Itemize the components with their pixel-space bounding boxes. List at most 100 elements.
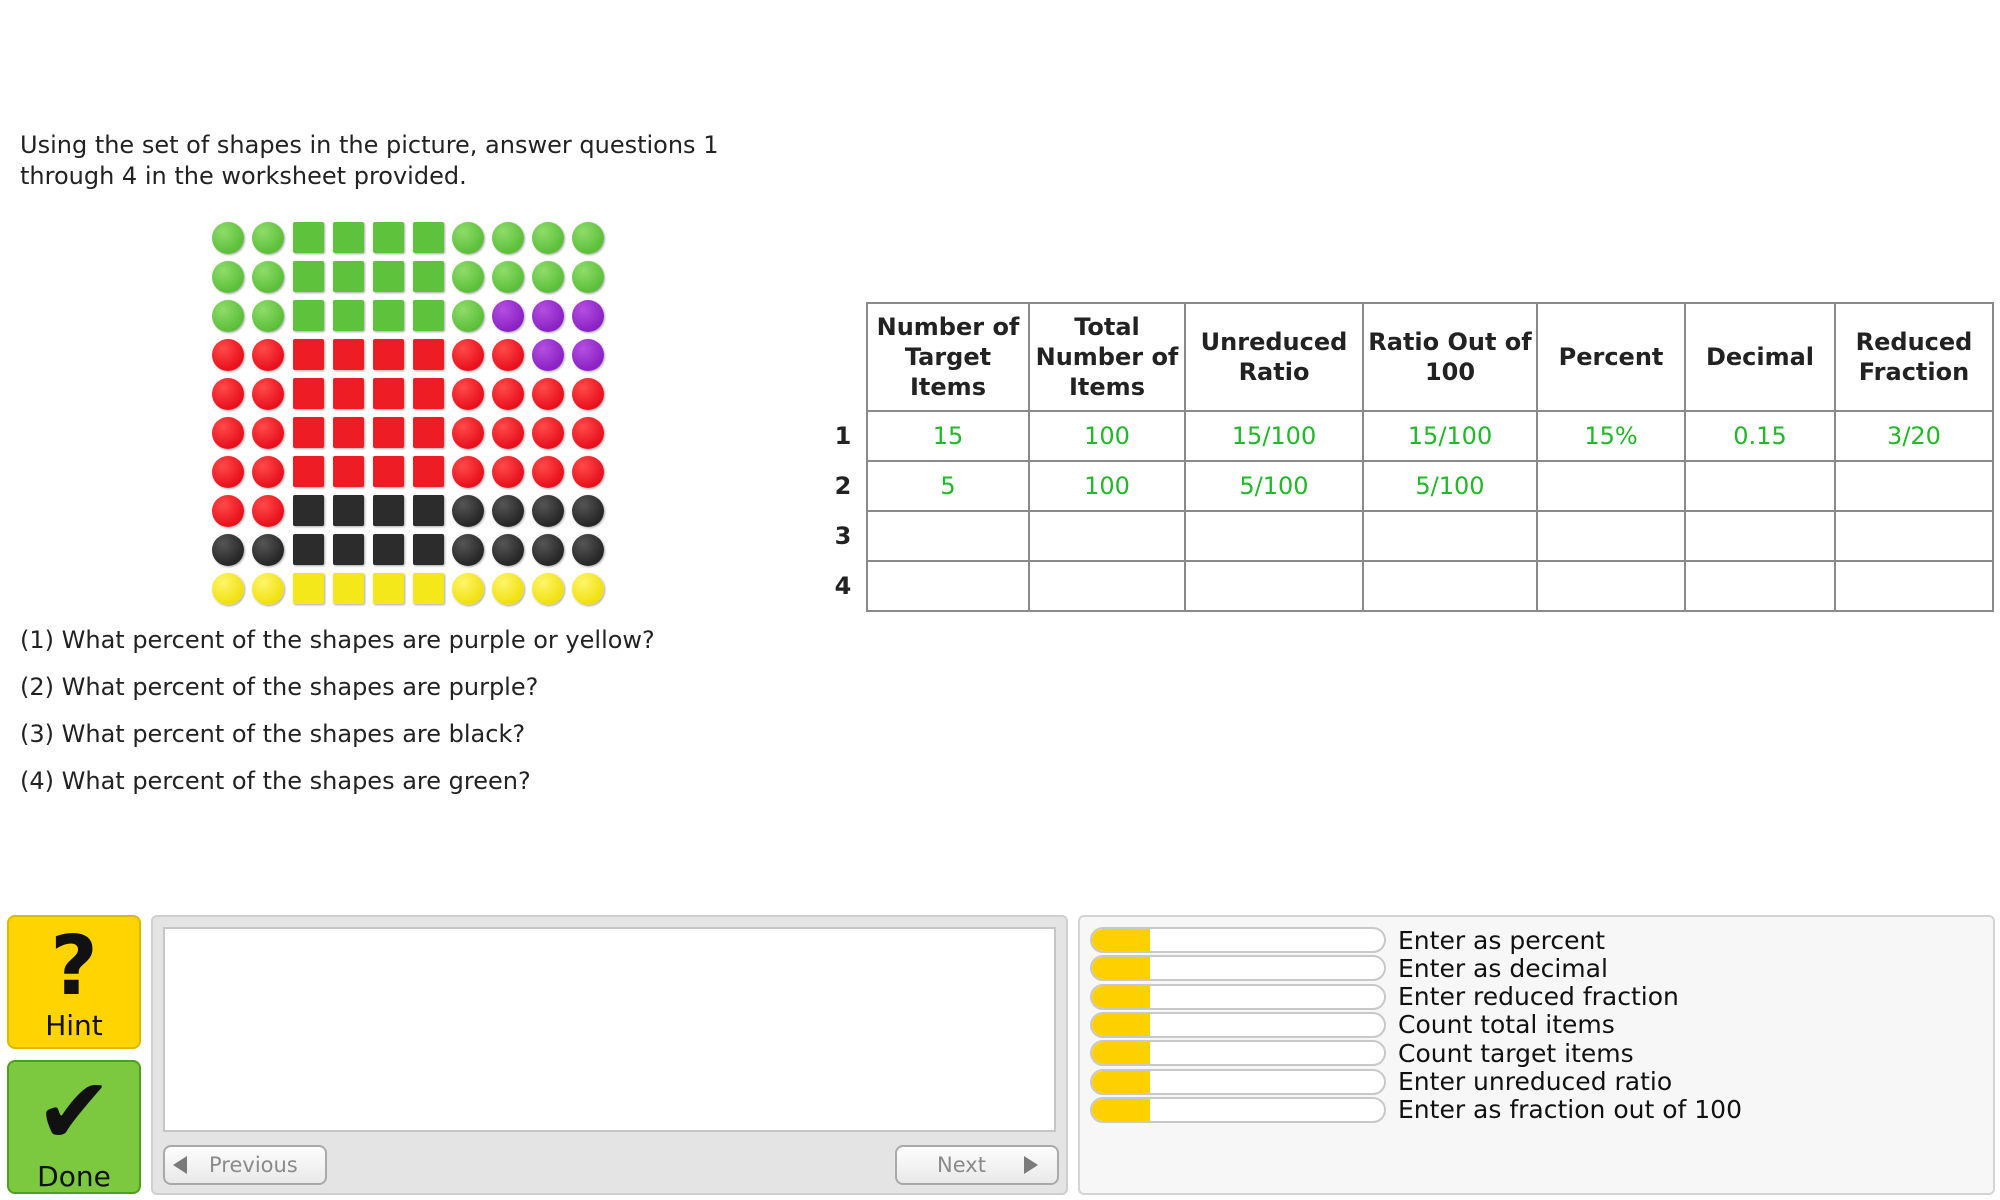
green-circle-shape [212,260,244,293]
cell-total-items[interactable] [1028,560,1186,612]
shape-cell [488,374,528,413]
arrow-left-icon [173,1156,187,1174]
shape-cell [408,335,448,374]
shape-cell [288,296,328,335]
cell-percent[interactable] [1536,560,1686,612]
worksheet-row: 1 15 100 15/100 15/100 15% 0.15 3/20 [820,410,1994,462]
skills-panel: Enter as percent Enter as decimal Enter re… [1078,915,1995,1195]
cell-percent[interactable] [1536,510,1686,562]
shape-cell [288,413,328,452]
cell-target-items[interactable]: 5 [866,460,1030,512]
row-number: 4 [820,561,868,611]
shape-cell [448,374,488,413]
worksheet: Number of Target Items Total Number of I… [820,302,1994,612]
shape-cell [368,296,408,335]
shape-cell [568,530,608,569]
shape-cell [248,569,288,608]
cell-decimal[interactable] [1684,510,1836,562]
green-circle-shape [532,221,564,254]
shape-cell [208,491,248,530]
cell-target-items[interactable] [866,510,1030,562]
skill-label: Enter as percent [1398,925,1606,955]
red-circle-shape [492,416,524,449]
cell-target-items[interactable]: 15 [866,410,1030,462]
cell-ratio-out-of-100[interactable]: 15/100 [1362,410,1538,462]
shape-cell [328,452,368,491]
shape-cell [488,491,528,530]
cell-reduced-fraction[interactable]: 3/20 [1834,410,1994,462]
red-circle-shape [452,455,484,488]
shape-cell [448,413,488,452]
shape-cell [248,491,288,530]
cell-unreduced-ratio[interactable] [1184,510,1364,562]
shape-cell [208,413,248,452]
next-button[interactable]: Next [895,1145,1059,1185]
red-circle-shape [252,338,284,371]
red-square-shape [372,339,404,370]
cell-decimal[interactable] [1684,460,1836,512]
red-square-shape [292,339,324,370]
green-circle-shape [252,299,284,332]
cell-total-items[interactable] [1028,510,1186,562]
cell-ratio-out-of-100[interactable]: 5/100 [1362,460,1538,512]
shape-cell [528,452,568,491]
shape-cell [528,296,568,335]
shape-cell [368,257,408,296]
skill-row: Enter as fraction out of 100 [1090,1095,1742,1125]
cell-ratio-out-of-100[interactable] [1362,510,1538,562]
shape-cell [208,335,248,374]
shape-cell [528,530,568,569]
shape-cell [448,335,488,374]
cell-percent[interactable]: 15% [1536,410,1686,462]
cell-unreduced-ratio[interactable]: 15/100 [1184,410,1364,462]
cell-reduced-fraction[interactable] [1834,460,1994,512]
shape-cell [568,296,608,335]
skill-progress-bar [1090,1096,1386,1123]
shape-cell [368,413,408,452]
cell-reduced-fraction[interactable] [1834,560,1994,612]
green-square-shape [412,300,444,331]
shape-cell [568,491,608,530]
cell-decimal[interactable]: 0.15 [1684,410,1836,462]
skill-progress-bar [1090,927,1386,953]
purple-circle-shape [532,299,564,332]
shape-cell [328,335,368,374]
purple-circle-shape [572,299,604,332]
shape-cell [288,569,328,608]
cell-percent[interactable] [1536,460,1686,512]
shape-cell [328,569,368,608]
shape-cell [208,530,248,569]
black-circle-shape [212,533,244,566]
cell-target-items[interactable] [866,560,1030,612]
green-circle-shape [492,221,524,254]
black-square-shape [412,495,444,526]
shape-cell [448,296,488,335]
cell-decimal[interactable] [1684,560,1836,612]
shape-cell [488,335,528,374]
cell-total-items[interactable]: 100 [1028,410,1186,462]
red-circle-shape [572,416,604,449]
shape-cell [208,296,248,335]
cell-unreduced-ratio[interactable]: 5/100 [1184,460,1364,512]
cell-reduced-fraction[interactable] [1834,510,1994,562]
shape-cell [328,530,368,569]
header-total-items: Total Number of Items [1028,302,1186,412]
skill-progress-fill [1092,1013,1151,1036]
cell-unreduced-ratio[interactable] [1184,560,1364,612]
yellow-square-shape [412,573,444,604]
green-square-shape [292,261,324,292]
purple-circle-shape [492,299,524,332]
shape-cell [368,335,408,374]
previous-button[interactable]: Previous [163,1145,327,1185]
shape-cell [408,530,448,569]
cell-ratio-out-of-100[interactable] [1362,560,1538,612]
red-square-shape [412,378,444,409]
green-square-shape [292,300,324,331]
hint-button[interactable]: ? Hint [7,915,141,1049]
done-button[interactable]: ✔ Done [7,1060,141,1194]
black-circle-shape [492,494,524,527]
skill-progress-bar [1090,983,1386,1010]
green-square-shape [332,300,364,331]
cell-total-items[interactable]: 100 [1028,460,1186,512]
yellow-square-shape [332,573,364,604]
